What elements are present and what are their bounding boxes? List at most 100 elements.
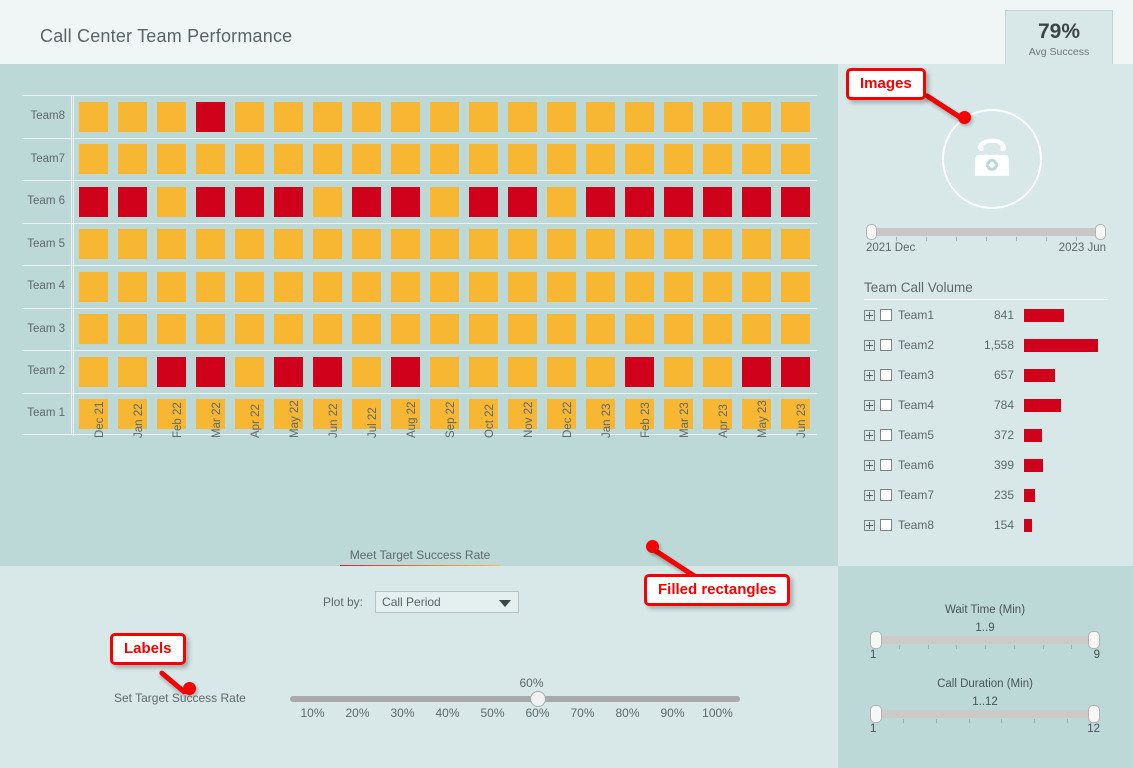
heatmap-cell[interactable] (703, 101, 732, 132)
heatmap-cell[interactable] (469, 144, 498, 175)
heatmap-cell[interactable] (118, 186, 147, 217)
heatmap-cell[interactable] (742, 101, 771, 132)
heatmap-cell[interactable] (547, 144, 576, 175)
heatmap-cell[interactable] (664, 271, 693, 302)
date-range-slider[interactable]: 2021 Dec 2023 Jun (866, 224, 1106, 254)
heatmap-cell[interactable] (742, 144, 771, 175)
heatmap-cell[interactable] (703, 356, 732, 387)
expand-icon[interactable] (864, 399, 875, 411)
team-checkbox[interactable] (880, 339, 892, 351)
heatmap-cell[interactable] (469, 101, 498, 132)
heatmap-cell[interactable] (703, 144, 732, 175)
heatmap-cell[interactable] (352, 101, 381, 132)
heatmap-cell[interactable] (625, 144, 654, 175)
team-checkbox[interactable] (880, 459, 892, 471)
team-checkbox[interactable] (880, 369, 892, 381)
heatmap-cell[interactable] (157, 356, 186, 387)
expand-icon[interactable] (864, 519, 875, 531)
heatmap-cell[interactable] (508, 186, 537, 217)
heatmap-cell[interactable] (430, 314, 459, 345)
heatmap-cell[interactable] (118, 229, 147, 260)
wait-time-handle-min[interactable] (870, 631, 882, 649)
heatmap-cell[interactable] (352, 229, 381, 260)
team-call-volume-row[interactable]: Team1 841 (864, 300, 1108, 330)
heatmap-cell[interactable] (391, 186, 420, 217)
heatmap-cell[interactable] (703, 314, 732, 345)
heatmap-cell[interactable] (508, 271, 537, 302)
team-call-volume-row[interactable]: Team8 154 (864, 510, 1108, 540)
chevron-down-icon[interactable] (499, 600, 512, 607)
heatmap-cell[interactable] (118, 271, 147, 302)
heatmap-cell[interactable] (118, 356, 147, 387)
heatmap-cell[interactable] (664, 101, 693, 132)
heatmap-cell[interactable] (430, 356, 459, 387)
heatmap-cell[interactable] (196, 144, 225, 175)
heatmap-cell[interactable] (469, 271, 498, 302)
heatmap-cell[interactable] (313, 356, 342, 387)
heatmap-cell[interactable] (79, 271, 108, 302)
heatmap-cell[interactable] (586, 101, 615, 132)
heatmap-cell[interactable] (781, 186, 810, 217)
heatmap-cell[interactable] (508, 314, 537, 345)
heatmap-cell[interactable] (742, 186, 771, 217)
heatmap-cell[interactable] (118, 314, 147, 345)
plot-by-select[interactable]: Call Period (375, 591, 520, 613)
heatmap-cell[interactable] (196, 356, 225, 387)
heatmap-cell[interactable] (547, 356, 576, 387)
heatmap-cell[interactable] (352, 314, 381, 345)
heatmap-cell[interactable] (274, 101, 303, 132)
heatmap-cell[interactable] (586, 144, 615, 175)
heatmap-cell[interactable] (547, 101, 576, 132)
heatmap-cell[interactable] (664, 186, 693, 217)
heatmap-cell[interactable] (391, 356, 420, 387)
heatmap-cell[interactable] (235, 271, 264, 302)
heatmap-cell[interactable] (703, 229, 732, 260)
heatmap-cell[interactable] (547, 186, 576, 217)
heatmap-cell[interactable] (547, 271, 576, 302)
heatmap-cell[interactable] (313, 144, 342, 175)
heatmap-cell[interactable] (781, 314, 810, 345)
team-checkbox[interactable] (880, 399, 892, 411)
expand-icon[interactable] (864, 309, 875, 321)
heatmap-cell[interactable] (274, 314, 303, 345)
heatmap-cell[interactable] (625, 314, 654, 345)
heatmap-cell[interactable] (625, 186, 654, 217)
call-duration-handle-min[interactable] (870, 705, 882, 723)
heatmap-cell[interactable] (430, 101, 459, 132)
heatmap-cell[interactable] (742, 356, 771, 387)
heatmap-cell[interactable] (586, 356, 615, 387)
heatmap-cell[interactable] (469, 229, 498, 260)
heatmap-cell[interactable] (469, 314, 498, 345)
heatmap-cell[interactable] (469, 186, 498, 217)
heatmap-cell[interactable] (430, 186, 459, 217)
heatmap-cell[interactable] (79, 229, 108, 260)
heatmap-cell[interactable] (157, 101, 186, 132)
heatmap-cell[interactable] (781, 229, 810, 260)
call-duration-track[interactable] (870, 705, 1100, 723)
heatmap-cell[interactable] (313, 101, 342, 132)
heatmap-cell[interactable] (274, 229, 303, 260)
wait-time-handle-max[interactable] (1088, 631, 1100, 649)
heatmap-cell[interactable] (79, 101, 108, 132)
heatmap-cell[interactable] (625, 271, 654, 302)
team-checkbox[interactable] (880, 309, 892, 321)
heatmap-cell[interactable] (430, 271, 459, 302)
heatmap-cell[interactable] (196, 314, 225, 345)
heatmap-cell[interactable] (196, 101, 225, 132)
target-slider-handle[interactable] (529, 691, 546, 707)
heatmap-cell[interactable] (352, 356, 381, 387)
expand-icon[interactable] (864, 369, 875, 381)
heatmap-cell[interactable] (157, 144, 186, 175)
heatmap-cell[interactable] (157, 314, 186, 345)
heatmap-cell[interactable] (781, 271, 810, 302)
heatmap-cell[interactable] (508, 229, 537, 260)
team-call-volume-row[interactable]: Team5 372 (864, 420, 1108, 450)
heatmap-cell[interactable] (352, 271, 381, 302)
heatmap-cell[interactable] (352, 144, 381, 175)
heatmap-cell[interactable] (781, 144, 810, 175)
heatmap-cell[interactable] (235, 356, 264, 387)
heatmap-cell[interactable] (79, 186, 108, 217)
heatmap-cell[interactable] (703, 271, 732, 302)
heatmap-cell[interactable] (391, 144, 420, 175)
heatmap-cell[interactable] (196, 271, 225, 302)
